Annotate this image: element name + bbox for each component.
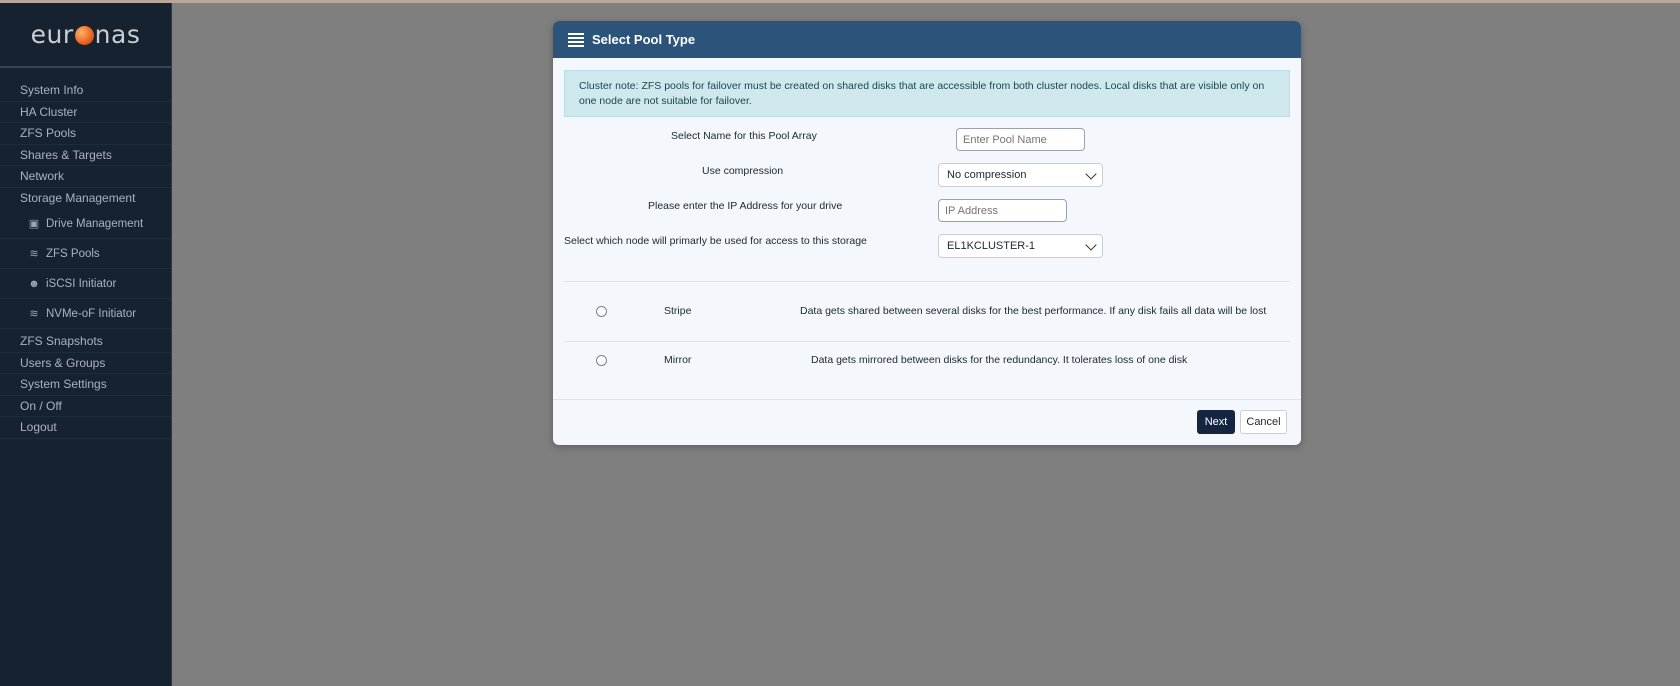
- logo: eur nas: [0, 3, 171, 68]
- ip-address-label: Please enter the IP Address for your dri…: [648, 200, 843, 212]
- sidebar-subitem-label: NVMe-oF Initiator: [46, 307, 137, 320]
- ip-address-input[interactable]: [938, 199, 1067, 222]
- chevron-down-icon: [1085, 239, 1097, 251]
- select-pool-type-dialog: Select Pool Type Cluster note: ZFS pools…: [553, 21, 1301, 445]
- pool-name-input[interactable]: [956, 128, 1085, 151]
- sidebar-nav: System Info HA Cluster ZFS Pools Shares …: [0, 80, 171, 439]
- node-select[interactable]: EL1KCLUSTER-1: [938, 234, 1103, 258]
- top-border: [0, 0, 1680, 3]
- compression-label: Use compression: [702, 165, 784, 177]
- sidebar-subitem-drive-management[interactable]: ▣ Drive Management: [0, 209, 171, 239]
- mirror-radio[interactable]: [596, 355, 607, 366]
- divider: [564, 281, 1290, 282]
- pool-name-label: Select Name for this Pool Array: [671, 130, 817, 142]
- node-label: Select which node will primarly be used …: [564, 235, 867, 247]
- cancel-button[interactable]: Cancel: [1240, 410, 1287, 434]
- next-button[interactable]: Next: [1197, 410, 1235, 434]
- sidebar-item-on-off[interactable]: On / Off: [0, 396, 171, 417]
- dialog-title: Select Pool Type: [592, 32, 696, 47]
- list-icon: [568, 32, 584, 47]
- sidebar-item-network[interactable]: Network: [0, 166, 171, 188]
- drive-icon: ▣: [28, 217, 40, 230]
- sidebar-item-shares-targets[interactable]: Shares & Targets: [0, 145, 171, 166]
- mirror-label: Mirror: [664, 354, 692, 366]
- divider: [564, 341, 1290, 342]
- sidebar-item-zfs-pools[interactable]: ZFS Pools: [0, 123, 171, 145]
- sidebar-item-ha-cluster[interactable]: HA Cluster: [0, 102, 171, 123]
- sidebar-subitem-label: Drive Management: [46, 217, 144, 230]
- sidebar-item-logout[interactable]: Logout: [0, 417, 171, 439]
- node-value: EL1KCLUSTER-1: [947, 240, 1036, 252]
- layers-icon: ≋: [29, 247, 39, 260]
- layers-icon: ≋: [29, 307, 39, 320]
- mirror-description: Data gets mirrored between disks for the…: [811, 354, 1188, 366]
- sidebar: eur nas System Info HA Cluster ZFS Pools …: [0, 3, 172, 686]
- logo-left: eur: [30, 20, 74, 49]
- stripe-label: Stripe: [664, 305, 692, 317]
- compression-select[interactable]: No compression: [938, 163, 1103, 187]
- sidebar-subitem-label: iSCSI Initiator: [46, 277, 117, 290]
- logo-orb-icon: [74, 26, 94, 45]
- chevron-down-icon: [1085, 168, 1097, 180]
- logo-right: nas: [94, 20, 141, 49]
- compression-value: No compression: [947, 169, 1027, 181]
- logo-text: eur nas: [31, 20, 141, 49]
- dialog-footer-divider: [553, 399, 1301, 400]
- sidebar-item-system-info[interactable]: System Info: [0, 80, 171, 102]
- cluster-note: Cluster note: ZFS pools for failover mus…: [564, 70, 1290, 117]
- stripe-radio[interactable]: [596, 306, 607, 317]
- sidebar-item-users-groups[interactable]: Users & Groups: [0, 353, 171, 374]
- stripe-description: Data gets shared between several disks f…: [800, 305, 1267, 317]
- sidebar-item-zfs-snapshots[interactable]: ZFS Snapshots: [0, 331, 171, 353]
- user-icon: ☻: [28, 277, 40, 290]
- dialog-header: Select Pool Type: [553, 21, 1301, 58]
- sidebar-subitem-iscsi-initiator[interactable]: ☻ iSCSI Initiator: [0, 269, 171, 299]
- sidebar-subitem-label: ZFS Pools: [46, 247, 100, 260]
- sidebar-item-system-settings[interactable]: System Settings: [0, 374, 171, 396]
- sidebar-subitem-zfs-pools[interactable]: ≋ ZFS Pools: [0, 239, 171, 269]
- sidebar-item-storage-management[interactable]: Storage Management: [0, 188, 171, 210]
- sidebar-subitem-nvme-of-initiator[interactable]: ≋ NVMe-oF Initiator: [0, 299, 171, 329]
